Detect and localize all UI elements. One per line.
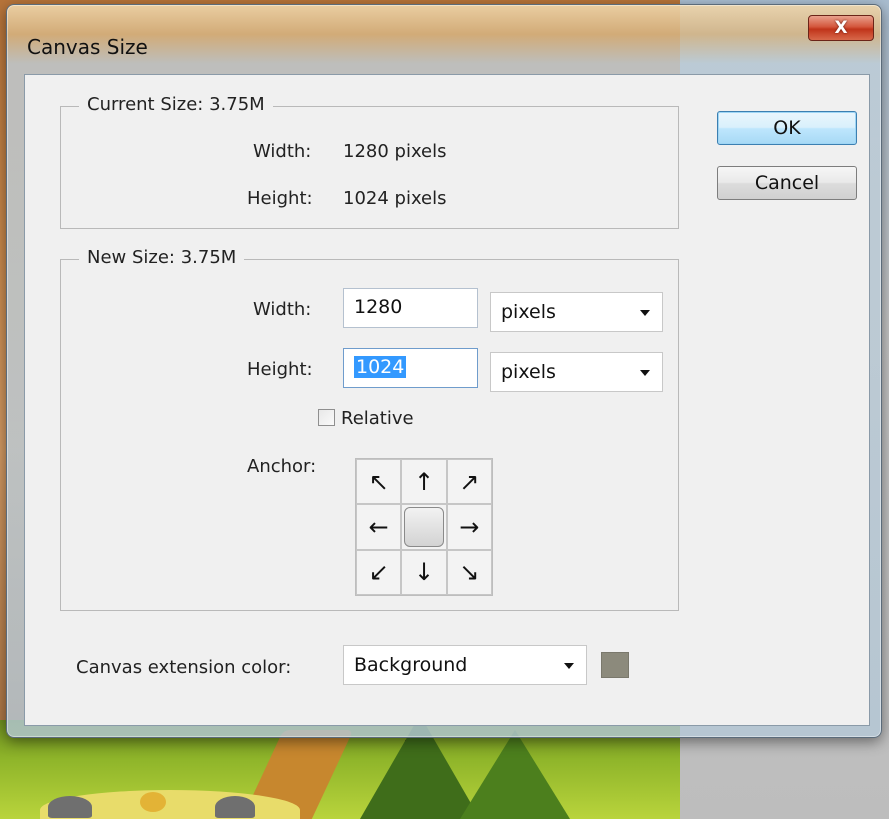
anchor-label: Anchor: <box>247 456 317 477</box>
extension-color-value: Background <box>354 654 468 676</box>
extension-color-label: Canvas extension color: <box>76 657 292 678</box>
relative-checkbox[interactable] <box>318 409 335 426</box>
anchor-grid: ↖ ↑ ↗ ← → ↙ ↓ ↘ <box>355 458 493 596</box>
relative-label[interactable]: Relative <box>341 408 414 429</box>
anchor-right[interactable]: → <box>446 504 492 550</box>
current-width-value: 1280 pixels <box>343 141 447 162</box>
new-width-input[interactable]: 1280 <box>343 288 478 328</box>
height-unit-value: pixels <box>501 361 556 383</box>
anchor-top-right[interactable]: ↗ <box>446 459 492 505</box>
cancel-button-label: Cancel <box>754 172 820 194</box>
height-unit-dropdown[interactable]: pixels <box>490 352 663 392</box>
dialog-title: Canvas Size <box>27 35 148 59</box>
anchor-left[interactable]: ← <box>356 504 402 550</box>
title-bar[interactable]: Canvas Size X <box>7 5 881 59</box>
close-button[interactable]: X <box>808 15 874 41</box>
anchor-center[interactable] <box>401 504 447 550</box>
anchor-bottom[interactable]: ↓ <box>401 549 447 595</box>
new-height-input[interactable]: 1024 <box>343 348 478 388</box>
background-rock <box>48 796 92 818</box>
arrow-down-icon: ↓ <box>413 558 435 587</box>
extension-color-swatch[interactable] <box>601 652 629 678</box>
current-size-legend: Current Size: 3.75M <box>79 94 273 115</box>
new-height-value: 1024 <box>354 356 407 378</box>
dialog-content: Current Size: 3.75M Width: 1280 pixels H… <box>24 74 870 726</box>
close-icon: X <box>834 18 848 38</box>
arrow-up-icon: ↑ <box>413 467 435 496</box>
arrow-down-right-icon: ↘ <box>459 558 480 587</box>
anchor-top[interactable]: ↑ <box>401 459 447 505</box>
extension-color-dropdown[interactable]: Background <box>343 645 587 685</box>
cancel-button[interactable]: Cancel <box>717 166 857 200</box>
new-size-legend: New Size: 3.75M <box>79 247 245 268</box>
background-rock <box>215 796 255 818</box>
anchor-bottom-left[interactable]: ↙ <box>356 549 402 595</box>
chevron-down-icon <box>640 370 650 376</box>
arrow-down-left-icon: ↙ <box>368 558 389 587</box>
arrow-left-icon: ← <box>368 512 389 541</box>
new-width-label: Width: <box>253 299 312 320</box>
width-unit-dropdown[interactable]: pixels <box>490 292 663 332</box>
background-critter <box>140 792 166 812</box>
width-unit-value: pixels <box>501 301 556 323</box>
new-width-value: 1280 <box>354 296 403 318</box>
current-width-label: Width: <box>253 141 312 162</box>
arrow-up-left-icon: ↖ <box>368 467 389 496</box>
ok-button[interactable]: OK <box>717 111 857 145</box>
anchor-bottom-right[interactable]: ↘ <box>446 549 492 595</box>
chevron-down-icon <box>640 310 650 316</box>
new-height-label: Height: <box>247 359 313 380</box>
canvas-size-dialog: Canvas Size X Current Size: 3.75M Width:… <box>6 4 882 738</box>
current-height-value: 1024 pixels <box>343 188 447 209</box>
current-height-label: Height: <box>247 188 313 209</box>
anchor-center-box <box>403 506 444 547</box>
anchor-top-left[interactable]: ↖ <box>356 459 402 505</box>
current-size-group: Current Size: 3.75M <box>60 94 679 229</box>
ok-button-label: OK <box>773 117 801 139</box>
chevron-down-icon <box>564 663 574 669</box>
arrow-right-icon: → <box>459 512 480 541</box>
arrow-up-right-icon: ↗ <box>459 467 480 496</box>
